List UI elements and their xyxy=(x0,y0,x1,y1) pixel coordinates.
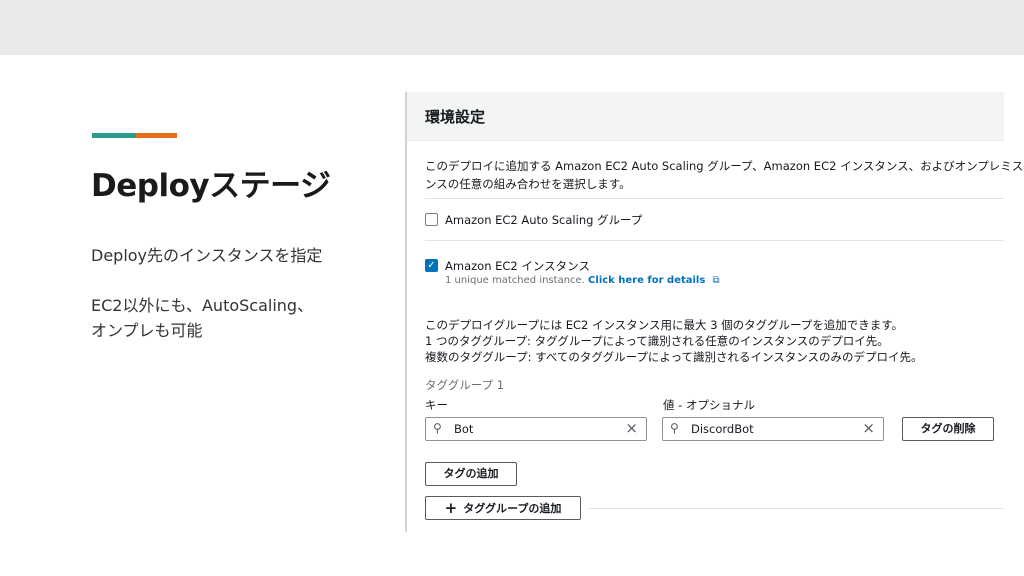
add-tag-group-button[interactable]: + タググループの追加 xyxy=(425,496,581,520)
tag-key-input[interactable]: ⚲ Bot × xyxy=(425,417,647,441)
divider xyxy=(425,240,1004,241)
match-info: 1 unique matched instance. Click here fo… xyxy=(445,275,720,286)
intro-line-2: ンスの任意の組み合わせを選択します。 xyxy=(425,177,631,191)
info-line-2: 1 つのタググループ: タググループによって識別される任意のインスタンスのデプロ… xyxy=(425,334,889,348)
add-tag-group-label: タググループの追加 xyxy=(463,502,562,515)
divider xyxy=(425,198,1004,199)
match-text: 1 unique matched instance. xyxy=(445,275,585,286)
search-icon: ⚲ xyxy=(433,421,442,435)
details-link[interactable]: Click here for details xyxy=(588,275,705,286)
plus-icon: + xyxy=(444,499,458,517)
slide-body-line-1: Deploy先のインスタンスを指定 xyxy=(91,246,323,265)
environment-settings-panel: 環境設定 このデプロイに追加する Amazon EC2 Auto Scaling… xyxy=(405,92,1024,532)
key-label: キー xyxy=(425,398,448,412)
slide-title: Deployステージ xyxy=(91,168,331,204)
value-label: 値 - オプショナル xyxy=(663,398,755,412)
divider xyxy=(589,508,1004,509)
top-bar xyxy=(0,0,1024,55)
ec2-option-label[interactable]: Amazon EC2 インスタンス xyxy=(445,258,590,274)
panel-title: 環境設定 xyxy=(425,108,486,126)
accent-bar-teal xyxy=(92,133,136,138)
slide-body-line-2: EC2以外にも、AutoScaling、 xyxy=(91,296,314,315)
clear-key-icon[interactable]: × xyxy=(625,419,638,437)
intro-line-1: このデプロイに追加する Amazon EC2 Auto Scaling グループ… xyxy=(425,159,1024,173)
asg-option-label[interactable]: Amazon EC2 Auto Scaling グループ xyxy=(445,212,642,228)
asg-checkbox[interactable] xyxy=(425,213,438,226)
panel-header: 環境設定 xyxy=(407,92,1004,141)
tag-value-input[interactable]: ⚲ DiscordBot × xyxy=(662,417,884,441)
accent-bar-orange xyxy=(136,133,177,138)
tag-group-label: タググループ 1 xyxy=(425,378,505,392)
add-tag-button[interactable]: タグの追加 xyxy=(425,462,517,486)
tag-key-value[interactable]: Bot xyxy=(454,422,473,436)
remove-tag-button[interactable]: タグの削除 xyxy=(902,417,994,441)
info-line-3: 複数のタググループ: すべてのタググループによって識別されるインスタンスのみのデ… xyxy=(425,350,923,364)
external-link-icon[interactable]: ⧉ xyxy=(713,275,720,286)
info-line-1: このデプロイグループには EC2 インスタンス用に最大 3 個のタググループを追… xyxy=(425,318,904,332)
clear-value-icon[interactable]: × xyxy=(862,419,875,437)
slide-body-line-3: オンプレも可能 xyxy=(91,321,203,340)
ec2-checkbox[interactable]: ✓ xyxy=(425,259,438,272)
search-icon: ⚲ xyxy=(670,421,679,435)
tag-value-value[interactable]: DiscordBot xyxy=(691,422,754,436)
